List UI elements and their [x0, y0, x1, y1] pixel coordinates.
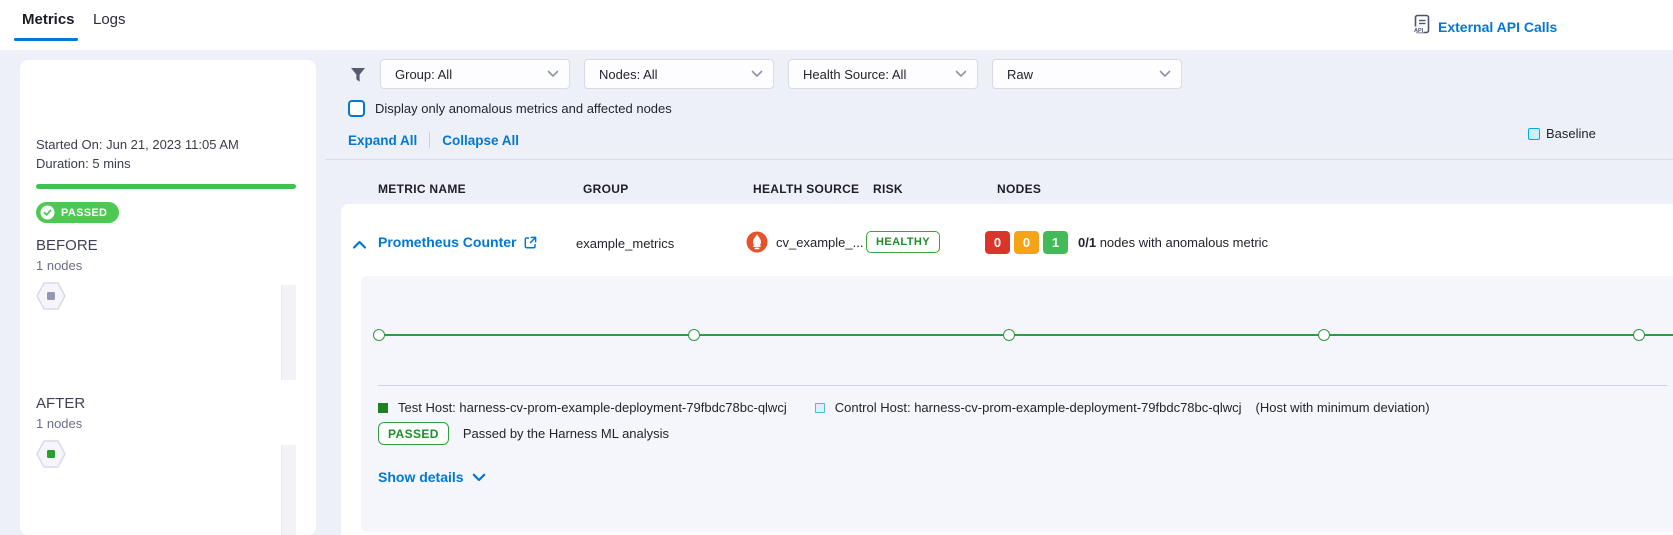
- prometheus-icon: [746, 231, 768, 253]
- warning-count-badge-orange: 0: [1014, 231, 1039, 254]
- tab-metrics[interactable]: Metrics: [22, 11, 75, 28]
- collapse-row-chevron-icon[interactable]: [352, 237, 367, 255]
- chart-data-point[interactable]: [1318, 329, 1330, 341]
- before-node-count: 1 nodes: [36, 258, 82, 273]
- chevron-down-icon: [751, 70, 763, 78]
- baseline-swatch: [1528, 128, 1540, 140]
- active-tab-underline: [14, 38, 78, 41]
- metric-row-card: Prometheus Counter example_metrics cv_ex…: [341, 204, 1673, 535]
- nodes-filter-value: Nodes: All: [599, 67, 658, 82]
- duration-text: Duration: 5 mins: [36, 156, 131, 171]
- verification-progress-bar: [36, 184, 296, 189]
- control-host-label: Control Host: harness-cv-prom-example-de…: [835, 400, 1242, 415]
- before-node-hexagon[interactable]: [36, 282, 66, 315]
- top-tab-bar: Metrics Logs API External API Calls: [0, 0, 1673, 50]
- group-filter-value: Group: All: [395, 67, 452, 82]
- metric-group-value: example_metrics: [576, 236, 674, 251]
- chart-data-point[interactable]: [1633, 329, 1645, 341]
- chevron-down-icon: [547, 70, 559, 78]
- column-header-group: GROUP: [583, 182, 629, 196]
- anomalous-count-badge-red: 0: [985, 231, 1010, 254]
- expand-collapse-row: Expand All Collapse All: [348, 132, 519, 148]
- metric-name-link[interactable]: Prometheus Counter: [378, 234, 537, 250]
- tab-logs[interactable]: Logs: [93, 11, 126, 28]
- legend-note: (Host with minimum deviation): [1256, 400, 1430, 415]
- column-header-risk: RISK: [873, 182, 903, 196]
- nodes-summary-rest: nodes with anomalous metric: [1100, 235, 1268, 250]
- chart-data-point[interactable]: [688, 329, 700, 341]
- chevron-down-icon: [1159, 70, 1171, 78]
- chart-legend-divider: [378, 385, 1667, 386]
- after-section-label: AFTER: [36, 395, 85, 412]
- health-source-cell: cv_example_...: [746, 231, 863, 253]
- show-details-link[interactable]: Show details: [378, 469, 486, 485]
- nodes-filter-dropdown[interactable]: Nodes: All: [584, 59, 774, 89]
- svg-text:API: API: [1414, 28, 1424, 34]
- baseline-label: Baseline: [1546, 126, 1596, 141]
- test-host-label: Test Host: harness-cv-prom-example-deplo…: [398, 400, 787, 415]
- expand-all-link[interactable]: Expand All: [348, 133, 417, 148]
- control-host-swatch: [815, 403, 825, 413]
- header-divider: [325, 159, 1673, 160]
- test-host-swatch: [378, 403, 388, 413]
- analysis-passed-badge: PASSED: [378, 422, 449, 445]
- external-link-icon: [524, 236, 537, 249]
- chart-data-point[interactable]: [1003, 329, 1015, 341]
- anomalous-metrics-checkbox-label: Display only anomalous metrics and affec…: [375, 101, 672, 116]
- external-api-calls-label: External API Calls: [1438, 19, 1557, 35]
- healthy-count-badge-green: 1: [1043, 231, 1068, 254]
- metric-name-text: Prometheus Counter: [378, 234, 516, 250]
- anomalous-metrics-checkbox[interactable]: [348, 100, 365, 117]
- analysis-passed-text: Passed by the Harness ML analysis: [463, 426, 669, 441]
- before-section-label: BEFORE: [36, 237, 98, 254]
- column-header-health-source: HEALTH SOURCE: [753, 182, 859, 196]
- chevron-down-icon: [472, 473, 486, 482]
- check-circle-icon: [40, 205, 55, 220]
- column-header-metric-name: METRIC NAME: [378, 182, 466, 196]
- collapse-all-link[interactable]: Collapse All: [442, 133, 519, 148]
- nodes-summary-ratio: 0/1: [1078, 235, 1096, 250]
- column-header-nodes: NODES: [997, 182, 1041, 196]
- after-node-count: 1 nodes: [36, 416, 82, 431]
- filter-funnel-icon[interactable]: [350, 67, 366, 88]
- show-details-label: Show details: [378, 469, 464, 485]
- node-risk-count-badges: 0 0 1: [985, 231, 1068, 254]
- verification-summary-card: Started On: Jun 21, 2023 11:05 AM Durati…: [20, 60, 316, 535]
- started-on-text: Started On: Jun 21, 2023 11:05 AM: [36, 137, 239, 152]
- verification-status-badge: PASSED: [36, 202, 119, 223]
- status-badge-label: PASSED: [61, 207, 107, 219]
- external-api-calls-link[interactable]: API External API Calls: [1413, 14, 1557, 40]
- baseline-legend: Baseline: [1528, 126, 1673, 141]
- before-node-square: [47, 292, 55, 300]
- nodes-summary-text: 0/1 nodes with anomalous metric: [1078, 235, 1268, 250]
- analysis-result-row: PASSED Passed by the Harness ML analysis: [378, 422, 669, 445]
- risk-status-badge: HEALTHY: [866, 231, 940, 253]
- chart-legend: Test Host: harness-cv-prom-example-deplo…: [378, 400, 1430, 415]
- after-node-hexagon[interactable]: [36, 440, 66, 473]
- after-node-square: [47, 450, 55, 458]
- health-source-name: cv_example_...: [776, 235, 863, 250]
- health-source-filter-dropdown[interactable]: Health Source: All: [788, 59, 978, 89]
- after-scrollbar-track[interactable]: [281, 445, 296, 535]
- data-type-dropdown[interactable]: Raw: [992, 59, 1182, 89]
- chevron-down-icon: [955, 70, 967, 78]
- links-divider: [429, 132, 430, 148]
- anomalous-filter-row: Display only anomalous metrics and affec…: [348, 100, 672, 117]
- group-filter-dropdown[interactable]: Group: All: [380, 59, 570, 89]
- health-source-filter-value: Health Source: All: [803, 67, 906, 82]
- data-type-value: Raw: [1007, 67, 1033, 82]
- before-scrollbar-track[interactable]: [281, 285, 296, 380]
- chart-data-point[interactable]: [373, 329, 385, 341]
- metric-detail-panel: Test Host: harness-cv-prom-example-deplo…: [361, 276, 1673, 532]
- verification-metrics-page: Metrics Logs API External API Calls Star…: [0, 0, 1673, 535]
- api-document-icon: API: [1413, 14, 1431, 40]
- metric-line-chart: [378, 334, 1673, 336]
- metric-row-header: Prometheus Counter example_metrics cv_ex…: [341, 204, 1673, 276]
